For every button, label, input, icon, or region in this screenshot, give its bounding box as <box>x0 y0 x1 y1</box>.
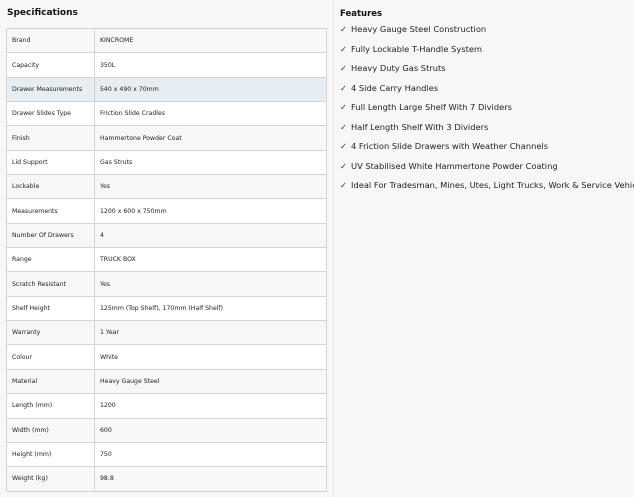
feature-item: ✓ Heavy Duty Gas Struts <box>340 62 632 82</box>
spec-row: Drawer Measurements 540 x 490 x 70mm <box>6 76 327 103</box>
feature-text: Ideal For Tradesman, Mines, Utes, Light … <box>351 180 634 190</box>
spec-value: Hammertone Powder Coat <box>94 125 327 151</box>
specifications-heading: Specifications <box>7 8 78 18</box>
spec-label: Shelf Height <box>6 295 95 322</box>
feature-item: ✓ 4 Side Carry Handles <box>340 82 632 102</box>
feature-text: 4 Friction Slide Drawers with Weather Ch… <box>351 141 549 151</box>
spec-value: Yes <box>94 271 327 297</box>
checkmark-icon: ✓ <box>340 102 347 112</box>
spec-value: 540 x 490 x 70mm <box>94 76 327 103</box>
spec-row: Length (mm) 1200 <box>6 393 327 419</box>
spec-label: Weight (kg) <box>6 466 95 492</box>
spec-value: 600 <box>94 417 327 443</box>
feature-text: Half Length Shelf With 3 Dividers <box>351 121 489 132</box>
feature-item: ✓ Heavy Gauge Steel Construction <box>340 23 632 43</box>
feature-text: 4 Side Carry Handles <box>351 82 439 93</box>
feature-text: Full Length Large Shelf With 7 Dividers <box>351 102 512 112</box>
spec-row: Height (mm) 750 <box>6 441 327 468</box>
spec-label: Height (mm) <box>6 441 95 468</box>
spec-value: 125mm (Top Shelf), 170mm (Half Shelf) <box>94 295 327 322</box>
spec-label: Number Of Drawers <box>6 222 95 249</box>
spec-label: Finish <box>6 125 95 151</box>
spec-row: Brand KINCROME <box>6 27 327 54</box>
feature-item: ✓ UV Stabilised White Hammertone Powder C… <box>340 160 632 180</box>
spec-row: Material Heavy Gauge Steel <box>6 368 327 395</box>
spec-row: Lockable Yes <box>6 174 327 200</box>
spec-value: 4 <box>94 222 327 249</box>
spec-label: Drawer Slides Type <box>6 101 95 127</box>
spec-value: White <box>94 344 327 370</box>
spec-label: Range <box>6 247 95 273</box>
spec-label: Width (mm) <box>6 417 95 443</box>
feature-text: Fully Lockable T-Handle System <box>351 43 483 54</box>
spec-value: 1200 <box>94 393 327 419</box>
spec-label: Colour <box>6 344 95 370</box>
spec-label: Drawer Measurements <box>6 76 95 103</box>
features-heading: Features <box>340 9 383 19</box>
checkmark-icon: ✓ <box>340 63 347 73</box>
spec-value: 750 <box>94 441 327 468</box>
spec-label: Brand <box>6 27 95 54</box>
spec-value: Friction Slide Cradles <box>94 101 327 127</box>
feature-text: Heavy Gauge Steel Construction <box>351 24 487 34</box>
checkmark-icon: ✓ <box>340 160 347 171</box>
feature-text: Heavy Duty Gas Struts <box>351 63 446 73</box>
spec-row: Colour White <box>6 344 327 370</box>
checkmark-icon: ✓ <box>340 121 347 132</box>
spec-label: Scratch Resistant <box>6 271 95 297</box>
spec-label: Material <box>6 368 95 395</box>
checkmark-icon: ✓ <box>340 82 347 93</box>
feature-text: UV Stabilised White Hammertone Powder Co… <box>351 160 558 171</box>
spec-label: Length (mm) <box>6 393 95 419</box>
spec-row: Scratch Resistant Yes <box>6 271 327 297</box>
feature-item: ✓ Ideal For Tradesman, Mines, Utes, Light… <box>340 179 634 199</box>
spec-row: Width (mm) 600 <box>6 417 327 443</box>
spec-row: Finish Hammertone Powder Coat <box>6 125 327 151</box>
spec-value: TRUCK BOX <box>94 247 327 273</box>
feature-item: ✓ 4 Friction Slide Drawers with Weather C… <box>340 140 632 160</box>
checkmark-icon: ✓ <box>340 141 347 151</box>
checkmark-icon: ✓ <box>340 43 347 54</box>
feature-item: ✓ Full Length Large Shelf With 7 Dividers <box>340 101 632 121</box>
spec-label: Lid Support <box>6 149 95 176</box>
checkmark-icon: ✓ <box>340 180 347 190</box>
spec-label: Lockable <box>6 174 95 200</box>
spec-row: Drawer Slides Type Friction Slide Cradles <box>6 101 327 127</box>
spec-label: Capacity <box>6 52 95 78</box>
spec-row: Lid Support Gas Struts <box>6 149 327 176</box>
spec-value: KINCROME <box>94 27 327 54</box>
feature-item: ✓ Fully Lockable T-Handle System <box>340 43 632 63</box>
spec-value: Heavy Gauge Steel <box>94 368 327 395</box>
spec-row: Warranty 1 Year <box>6 320 327 346</box>
panel-divider <box>333 0 334 497</box>
spec-value: 1 Year <box>94 320 327 346</box>
spec-value: 98.8 <box>94 466 327 492</box>
spec-row: Number Of Drawers 4 <box>6 222 327 249</box>
spec-value: Gas Struts <box>94 149 327 176</box>
spec-value: 350L <box>94 52 327 78</box>
spec-label: Warranty <box>6 320 95 346</box>
spec-row: Weight (kg) 98.8 <box>6 466 327 492</box>
spec-row: Measurements 1200 x 600 x 750mm <box>6 198 327 224</box>
feature-item: ✓ Half Length Shelf With 3 Dividers <box>340 121 632 141</box>
spec-label: Measurements <box>6 198 95 224</box>
spec-value: 1200 x 600 x 750mm <box>94 198 327 224</box>
spec-row: Range TRUCK BOX <box>6 247 327 273</box>
spec-value: Yes <box>94 174 327 200</box>
specifications-table: Brand KINCROME Capacity 350L Drawer Measurem… <box>6 27 327 492</box>
spec-row: Shelf Height 125mm (Top Shelf), 170mm (Ha… <box>6 295 327 322</box>
spec-row: Capacity 350L <box>6 52 327 78</box>
features-list: ✓ Heavy Gauge Steel Construction ✓ Fully Lo… <box>340 23 634 199</box>
checkmark-icon: ✓ <box>340 24 347 34</box>
